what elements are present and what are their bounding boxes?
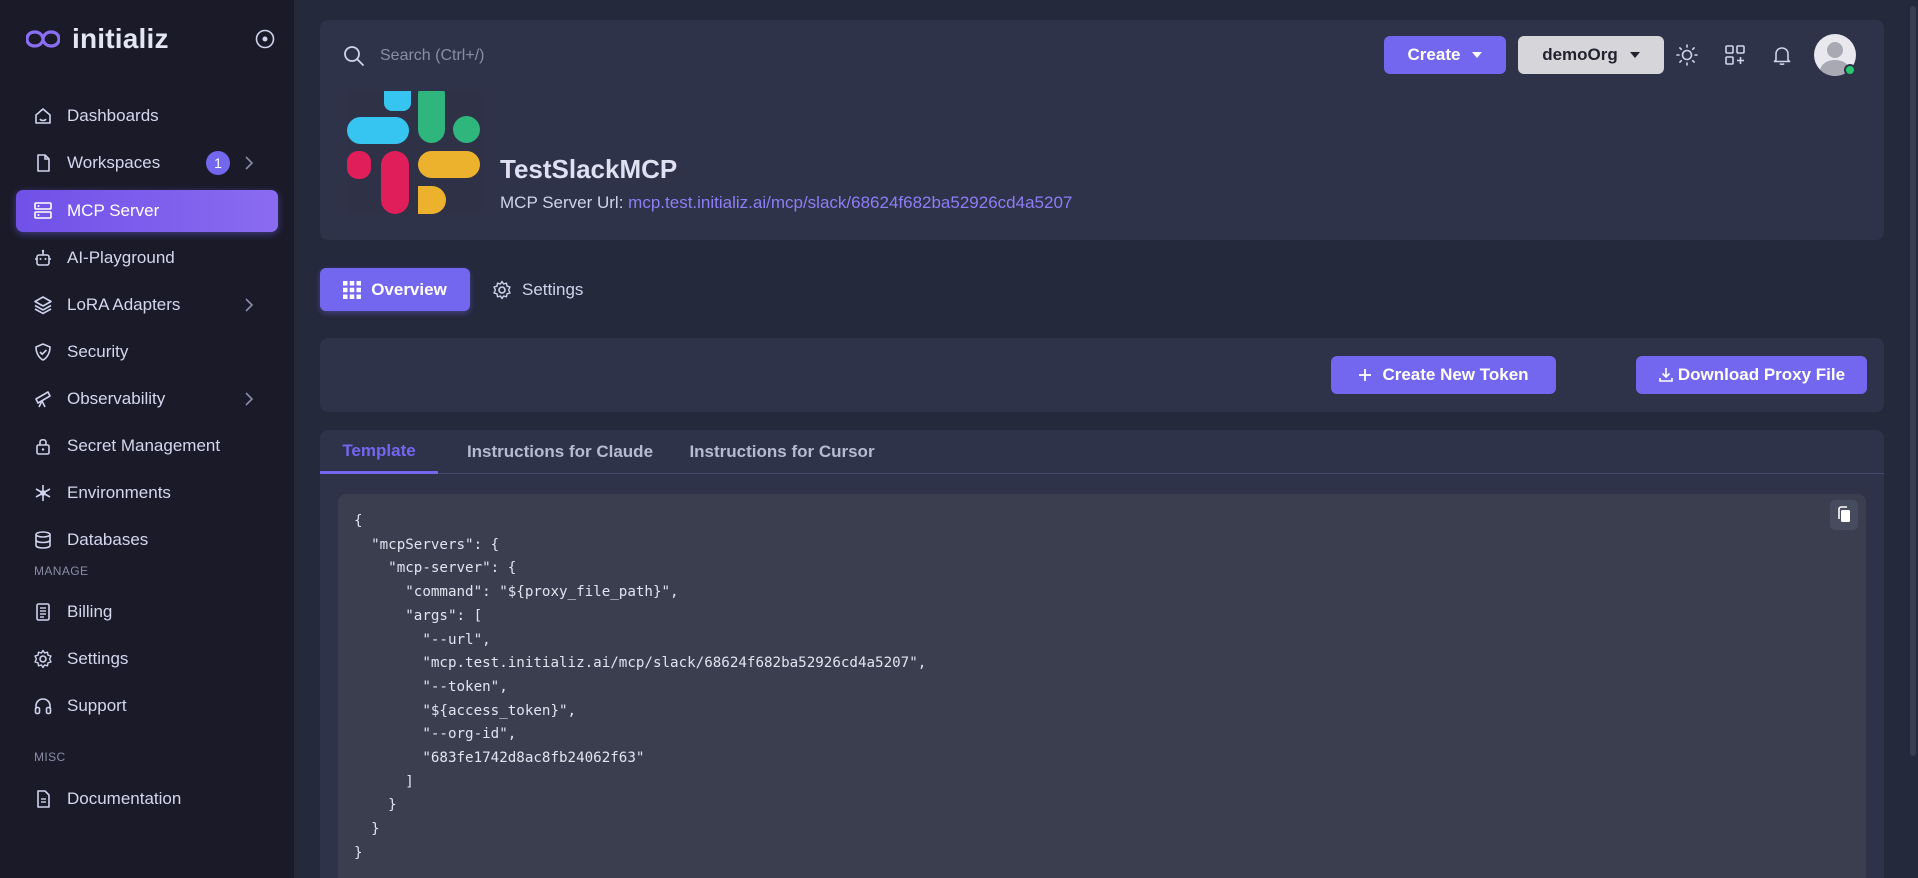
search-bar[interactable]: Search (Ctrl+/) <box>342 42 484 70</box>
sidebar-item-label: Support <box>67 696 127 715</box>
download-icon <box>1659 368 1673 382</box>
sidebar-item-security[interactable]: Security <box>16 331 278 373</box>
sidebar-item-label: Dashboards <box>67 106 159 125</box>
slack-logo <box>347 81 482 214</box>
workspaces-count-badge: 1 <box>206 151 230 175</box>
sidebar-item-label: LoRA Adapters <box>67 295 181 314</box>
copy-icon <box>1838 506 1850 522</box>
section-label-manage: MANAGE <box>34 564 89 578</box>
config-code: { "mcpServers": { "mcp-server": { "comma… <box>354 513 927 861</box>
sidebar-item-label: AI-Playground <box>67 248 175 267</box>
copy-button[interactable] <box>1830 500 1858 530</box>
gear-icon <box>493 280 511 299</box>
telescope-icon <box>32 388 54 410</box>
subtab-instructions-cursor[interactable]: Instructions for Cursor <box>682 430 882 474</box>
page-scrollbar-thumb[interactable] <box>1910 6 1916 756</box>
sidebar-item-secret-management[interactable]: Secret Management <box>16 425 278 467</box>
brand-name: initializ <box>72 23 169 54</box>
brand[interactable]: initializ <box>26 22 169 56</box>
bell-icon[interactable] <box>1769 42 1795 68</box>
instruction-tabs: Template Instructions for Claude Instruc… <box>320 430 1884 474</box>
sidebar-item-lora-adapters[interactable]: LoRA Adapters <box>16 284 278 326</box>
theme-toggle-sun-icon[interactable] <box>1674 42 1700 68</box>
headphones-icon <box>32 695 54 717</box>
sidebar-item-settings[interactable]: Settings <box>16 638 278 680</box>
tab-overview-label: Overview <box>371 279 447 299</box>
create-button[interactable]: Create <box>1384 36 1506 74</box>
home-icon <box>32 105 54 127</box>
sidebar-item-dashboards[interactable]: Dashboards <box>16 95 278 137</box>
file-icon <box>32 152 54 174</box>
sidebar-collapse-toggle[interactable] <box>254 28 276 50</box>
org-selector[interactable]: demoOrg <box>1518 36 1664 74</box>
server-url-link[interactable]: mcp.test.initializ.ai/mcp/slack/68624f68… <box>628 193 1072 212</box>
create-button-label: Create <box>1407 45 1461 64</box>
chevron-right-icon <box>245 156 254 170</box>
section-label-misc: MISC <box>34 750 66 764</box>
download-proxy-file-label: Download Proxy File <box>1677 365 1846 384</box>
caret-down-icon <box>1472 52 1483 58</box>
gear-icon <box>32 648 54 670</box>
sidebar-item-label: MCP Server <box>67 201 160 220</box>
sidebar-item-label: Observability <box>67 389 166 408</box>
sidebar-item-label: Workspaces <box>67 153 161 172</box>
subtab-instructions-claude[interactable]: Instructions for Claude <box>460 430 660 474</box>
robot-icon <box>32 247 54 269</box>
plus-icon <box>1359 369 1372 381</box>
sidebar-item-label: Databases <box>67 530 149 549</box>
sidebar-item-billing[interactable]: Billing <box>16 591 278 633</box>
sidebar-item-observability[interactable]: Observability <box>16 378 278 420</box>
sidebar-item-documentation[interactable]: Documentation <box>16 778 278 820</box>
sidebar-item-mcp-server[interactable]: MCP Server <box>16 190 278 232</box>
server-url-line: MCP Server Url: mcp.test.initializ.ai/mc… <box>500 193 1072 213</box>
snowflake-icon <box>32 482 54 504</box>
sidebar: initializ Dashboards Workspaces 1 MCP Se… <box>0 0 294 878</box>
tab-settings[interactable]: Settings <box>492 268 583 311</box>
tab-settings-label: Settings <box>522 279 584 299</box>
sidebar-item-label: Environments <box>67 483 171 502</box>
layers-icon <box>32 294 54 316</box>
chevron-right-icon <box>245 392 254 406</box>
search-icon <box>344 46 364 66</box>
search-input[interactable]: Search (Ctrl+/) <box>380 47 484 65</box>
caret-down-icon <box>1629 52 1640 58</box>
sidebar-item-label: Secret Management <box>67 436 221 455</box>
shield-check-icon <box>32 341 54 363</box>
server-icon <box>32 200 54 222</box>
apps-grid-icon[interactable] <box>1722 42 1748 68</box>
sidebar-item-environments[interactable]: Environments <box>16 472 278 514</box>
grid-icon <box>343 280 362 299</box>
receipt-icon <box>32 601 54 623</box>
subtab-template[interactable]: Template <box>320 430 438 474</box>
sidebar-item-label: Documentation <box>67 789 182 808</box>
database-icon <box>32 529 54 551</box>
sidebar-item-databases[interactable]: Databases <box>16 519 278 561</box>
tab-overview[interactable]: Overview <box>320 268 470 311</box>
server-title: TestSlackMCP <box>500 154 678 184</box>
chevron-right-icon <box>245 298 254 312</box>
document-icon <box>32 788 54 810</box>
radio-circle-icon <box>255 29 275 49</box>
sidebar-item-label: Billing <box>67 602 113 621</box>
infinity-logo-icon <box>26 24 62 54</box>
sidebar-item-workspaces[interactable]: Workspaces 1 <box>16 142 278 184</box>
sidebar-item-ai-playground[interactable]: AI-Playground <box>16 237 278 279</box>
create-new-token-label: Create New Token <box>1382 365 1529 384</box>
sidebar-item-support[interactable]: Support <box>16 685 278 727</box>
server-url-label: MCP Server Url: <box>500 193 624 212</box>
create-new-token-button[interactable]: Create New Token <box>1331 356 1556 394</box>
sidebar-item-label: Security <box>67 342 129 361</box>
online-status-indicator <box>1844 64 1856 76</box>
sidebar-item-label: Settings <box>67 649 129 668</box>
download-proxy-file-button[interactable]: Download Proxy File <box>1636 356 1867 394</box>
lock-icon <box>32 435 54 457</box>
org-selector-label: demoOrg <box>1542 45 1618 64</box>
